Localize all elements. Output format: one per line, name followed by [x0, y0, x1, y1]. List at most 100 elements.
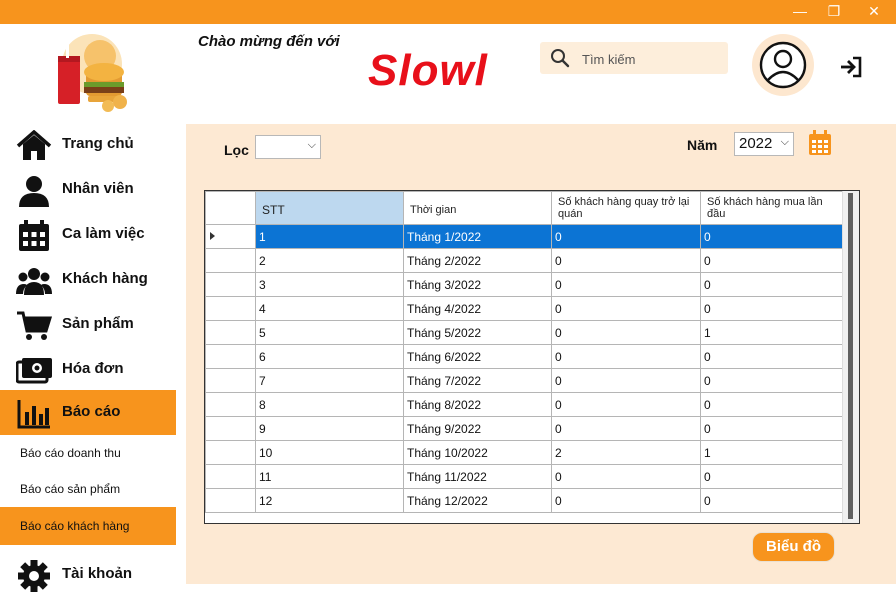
row-header-cell[interactable]: [205, 464, 256, 489]
table-cell[interactable]: 4: [255, 296, 404, 321]
row-header-cell[interactable]: [205, 320, 256, 345]
sidebar-item-products[interactable]: Sản phẩm: [0, 302, 176, 347]
sidebar-item-shifts[interactable]: Ca làm việc: [0, 212, 176, 257]
table-cell[interactable]: Tháng 5/2022: [403, 320, 552, 345]
table-row[interactable]: 5 Tháng 5/2022 0 1: [205, 320, 849, 345]
sidebar-item-customers[interactable]: Khách hàng: [0, 257, 176, 302]
row-header-cell[interactable]: [205, 296, 256, 321]
sidebar-item-invoices[interactable]: Hóa đơn: [0, 347, 176, 392]
sidebar-item-home[interactable]: Trang chủ: [0, 122, 176, 167]
sidebar-subitem-customer-report[interactable]: Báo cáo khách hàng: [0, 507, 176, 545]
table-cell[interactable]: Tháng 3/2022: [403, 272, 552, 297]
search-box[interactable]: [540, 42, 728, 74]
logout-icon[interactable]: [838, 54, 864, 80]
table-cell[interactable]: 1: [700, 440, 849, 465]
table-cell[interactable]: 0: [551, 272, 701, 297]
table-cell[interactable]: 11: [255, 464, 404, 489]
table-row[interactable]: 9 Tháng 9/2022 0 0: [205, 416, 849, 441]
table-cell[interactable]: 1: [255, 224, 404, 249]
search-icon[interactable]: [550, 48, 570, 68]
calendar-icon[interactable]: [808, 130, 832, 156]
table-row[interactable]: 10 Tháng 10/2022 2 1: [205, 440, 849, 465]
table-cell[interactable]: 0: [551, 248, 701, 273]
sidebar-item-reports[interactable]: Báo cáo: [0, 390, 176, 435]
table-cell[interactable]: 0: [551, 488, 701, 513]
search-input[interactable]: [582, 50, 722, 68]
table-cell[interactable]: 0: [551, 464, 701, 489]
table-cell[interactable]: 12: [255, 488, 404, 513]
table-cell[interactable]: 0: [700, 488, 849, 513]
column-header-new-customers[interactable]: Số khách hàng mua lần đầu: [700, 191, 849, 225]
close-button[interactable]: ✕: [852, 0, 896, 24]
table-cell[interactable]: 0: [551, 368, 701, 393]
table-cell[interactable]: 0: [700, 392, 849, 417]
table-row[interactable]: 3 Tháng 3/2022 0 0: [205, 272, 849, 297]
table-cell[interactable]: 0: [700, 296, 849, 321]
table-cell[interactable]: 2: [255, 248, 404, 273]
table-cell[interactable]: 2: [551, 440, 701, 465]
table-cell[interactable]: Tháng 6/2022: [403, 344, 552, 369]
column-header-stt[interactable]: STT: [255, 191, 404, 225]
table-row[interactable]: 7 Tháng 7/2022 0 0: [205, 368, 849, 393]
table-cell[interactable]: 0: [700, 224, 849, 249]
table-cell[interactable]: 0: [700, 368, 849, 393]
row-header-cell[interactable]: [205, 368, 256, 393]
table-cell[interactable]: 0: [551, 344, 701, 369]
table-cell[interactable]: 3: [255, 272, 404, 297]
sidebar-subitem-product-report[interactable]: Báo cáo sản phẩm: [0, 470, 176, 508]
table-cell[interactable]: Tháng 12/2022: [403, 488, 552, 513]
user-avatar-icon[interactable]: [758, 40, 808, 90]
avatar[interactable]: [752, 34, 814, 96]
row-header-cell[interactable]: [205, 248, 256, 273]
table-cell[interactable]: Tháng 11/2022: [403, 464, 552, 489]
row-header-cell[interactable]: [205, 344, 256, 369]
table-cell[interactable]: Tháng 8/2022: [403, 392, 552, 417]
chart-button[interactable]: Biểu đồ: [752, 532, 835, 562]
table-cell[interactable]: 9: [255, 416, 404, 441]
table-cell[interactable]: 0: [700, 344, 849, 369]
sidebar-item-employees[interactable]: Nhân viên: [0, 167, 176, 212]
table-cell[interactable]: 0: [551, 320, 701, 345]
table-row[interactable]: 8 Tháng 8/2022 0 0: [205, 392, 849, 417]
table-cell[interactable]: Tháng 4/2022: [403, 296, 552, 321]
table-cell[interactable]: 0: [551, 296, 701, 321]
row-header-cell[interactable]: [205, 416, 256, 441]
sidebar-item-account[interactable]: Tài khoản: [0, 552, 176, 596]
table-cell[interactable]: Tháng 10/2022: [403, 440, 552, 465]
table-cell[interactable]: 1: [700, 320, 849, 345]
sidebar-subitem-revenue-report[interactable]: Báo cáo doanh thu: [0, 434, 176, 472]
column-header-returning-customers[interactable]: Số khách hàng quay trở lại quán: [551, 191, 701, 225]
table-row[interactable]: 12 Tháng 12/2022 0 0: [205, 488, 849, 513]
row-header-cell[interactable]: [205, 272, 256, 297]
row-header-cell[interactable]: [205, 392, 256, 417]
table-cell[interactable]: 6: [255, 344, 404, 369]
table-cell[interactable]: 0: [551, 392, 701, 417]
table-cell[interactable]: 0: [700, 248, 849, 273]
table-cell[interactable]: 7: [255, 368, 404, 393]
table-cell[interactable]: 5: [255, 320, 404, 345]
table-row[interactable]: 2 Tháng 2/2022 0 0: [205, 248, 849, 273]
table-row[interactable]: 6 Tháng 6/2022 0 0: [205, 344, 849, 369]
row-header-cell[interactable]: [205, 440, 256, 465]
table-cell[interactable]: Tháng 7/2022: [403, 368, 552, 393]
table-cell[interactable]: 0: [551, 416, 701, 441]
year-dropdown[interactable]: 2022 ⌵: [734, 132, 794, 156]
minimize-button[interactable]: —: [784, 0, 816, 24]
row-header-cell[interactable]: [205, 488, 256, 513]
scrollbar-thumb[interactable]: [848, 193, 853, 519]
table-cell[interactable]: 0: [700, 272, 849, 297]
table-row[interactable]: 11 Tháng 11/2022 0 0: [205, 464, 849, 489]
column-header-time[interactable]: Thời gian: [403, 191, 552, 225]
table-cell[interactable]: Tháng 9/2022: [403, 416, 552, 441]
table-row[interactable]: 1 Tháng 1/2022 0 0: [205, 224, 849, 249]
maximize-button[interactable]: ❐: [818, 0, 850, 24]
table-cell[interactable]: Tháng 2/2022: [403, 248, 552, 273]
vertical-scrollbar[interactable]: [842, 191, 859, 523]
table-cell[interactable]: Tháng 1/2022: [403, 224, 552, 249]
table-row[interactable]: 4 Tháng 4/2022 0 0: [205, 296, 849, 321]
row-header-cell[interactable]: [205, 224, 256, 249]
table-cell[interactable]: 0: [700, 416, 849, 441]
table-cell[interactable]: 8: [255, 392, 404, 417]
table-cell[interactable]: 10: [255, 440, 404, 465]
filter-dropdown[interactable]: ⌵: [255, 135, 321, 159]
